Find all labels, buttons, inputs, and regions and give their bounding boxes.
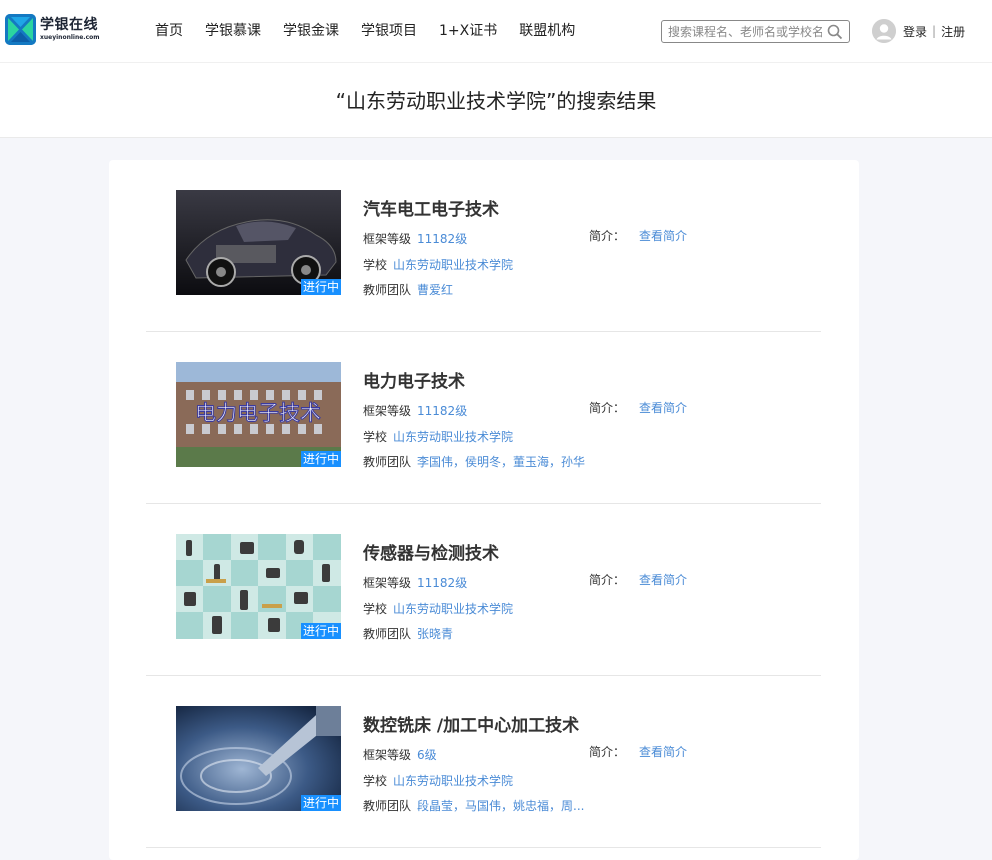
- course-thumbnail[interactable]: 进行中: [176, 706, 341, 811]
- logo-subtitle: xueyinonline.com: [40, 34, 100, 41]
- team-link[interactable]: 张晓青: [417, 627, 453, 641]
- status-badge: 进行中: [300, 623, 341, 639]
- view-intro-link[interactable]: 查看简介: [639, 229, 687, 243]
- avatar-icon[interactable]: [872, 19, 896, 43]
- course-item[interactable]: 电力电子技术 进行中 电力电子技术 框架等级 11182级 学校 山东劳动职业技术学…: [146, 332, 821, 504]
- level-label: 框架等级: [363, 576, 412, 590]
- team-link[interactable]: 段晶莹，马国伟，姚忠福，周...: [417, 799, 584, 813]
- nav-1x-certificate[interactable]: 1+X证书: [439, 22, 497, 40]
- level-value: 11182级: [417, 576, 468, 590]
- view-intro-link[interactable]: 查看简介: [639, 745, 687, 759]
- course-item[interactable]: 进行中 数控铣床 /加工中心加工技术 框架等级 6级 学校 山东劳动职业技术学院 教…: [146, 676, 821, 848]
- page-title: “山东劳动职业技术学院”的搜索结果: [335, 89, 657, 113]
- intro-label: 简介：: [589, 745, 626, 759]
- status-badge: 进行中: [300, 795, 341, 811]
- status-badge: 进行中: [300, 451, 341, 467]
- nav-mooc[interactable]: 学银慕课: [205, 22, 261, 40]
- team-label: 教师团队: [363, 799, 412, 813]
- view-intro-link[interactable]: 查看简介: [639, 573, 687, 587]
- school-label: 学校: [363, 602, 388, 616]
- course-title[interactable]: 汽车电工电子技术: [363, 195, 499, 220]
- search-icon[interactable]: [827, 24, 843, 43]
- course-thumbnail[interactable]: 电力电子技术 进行中: [176, 362, 341, 467]
- course-title[interactable]: 传感器与检测技术: [363, 539, 499, 564]
- logo-title: 学银在线: [40, 17, 98, 33]
- school-label: 学校: [363, 774, 388, 788]
- school-link[interactable]: 山东劳动职业技术学院: [393, 258, 513, 272]
- logo[interactable]: 学银在线 xueyinonline.com: [5, 14, 100, 45]
- school-link[interactable]: 山东劳动职业技术学院: [393, 774, 513, 788]
- course-title[interactable]: 数控铣床 /加工中心加工技术: [363, 711, 579, 736]
- school-link[interactable]: 山东劳动职业技术学院: [393, 430, 513, 444]
- course-item[interactable]: 进行中 汽车电工电子技术 框架等级 11182级 学校 山东劳动职业技术学院 教师团…: [146, 160, 821, 332]
- team-label: 教师团队: [363, 283, 412, 297]
- search-input[interactable]: [662, 24, 822, 39]
- register-link[interactable]: 注册: [941, 23, 965, 40]
- view-intro-link[interactable]: 查看简介: [639, 401, 687, 415]
- search-box: [661, 20, 850, 43]
- level-value: 11182级: [417, 232, 468, 246]
- level-label: 框架等级: [363, 404, 412, 418]
- logo-icon: [5, 14, 36, 45]
- nav-projects[interactable]: 学银项目: [361, 22, 417, 40]
- thumbnail-text: 电力电子技术: [195, 401, 321, 425]
- nav-home[interactable]: 首页: [155, 22, 183, 40]
- main-nav: 首页 学银慕课 学银金课 学银项目 1+X证书 联盟机构: [155, 22, 597, 40]
- intro-label: 简介：: [589, 401, 626, 415]
- level-label: 框架等级: [363, 748, 412, 762]
- level-value: 6级: [417, 748, 437, 762]
- nav-alliance[interactable]: 联盟机构: [519, 22, 575, 40]
- course-title[interactable]: 电力电子技术: [363, 367, 465, 392]
- level-value: 11182级: [417, 404, 468, 418]
- team-link[interactable]: 李国伟，侯明冬，董玉海，孙华: [417, 455, 585, 469]
- auth-separator: |: [932, 24, 937, 38]
- search-results: 进行中 汽车电工电子技术 框架等级 11182级 学校 山东劳动职业技术学院 教师团…: [109, 160, 859, 860]
- intro-label: 简介：: [589, 573, 626, 587]
- school-label: 学校: [363, 430, 388, 444]
- user-area: 登录 | 注册: [872, 19, 965, 43]
- school-link[interactable]: 山东劳动职业技术学院: [393, 602, 513, 616]
- team-link[interactable]: 曹爱红: [417, 283, 453, 297]
- header: 学银在线 xueyinonline.com 首页 学银慕课 学银金课 学银项目 …: [0, 0, 992, 62]
- intro-label: 简介：: [589, 229, 626, 243]
- school-label: 学校: [363, 258, 388, 272]
- status-badge: 进行中: [300, 279, 341, 295]
- login-link[interactable]: 登录: [903, 23, 927, 40]
- course-thumbnail[interactable]: 进行中: [176, 534, 341, 639]
- team-label: 教师团队: [363, 455, 412, 469]
- course-item[interactable]: 进行中 传感器与检测技术 框架等级 11182级 学校 山东劳动职业技术学院 教师团…: [146, 504, 821, 676]
- course-thumbnail[interactable]: 进行中: [176, 190, 341, 295]
- title-band: “山东劳动职业技术学院”的搜索结果: [0, 62, 992, 138]
- team-label: 教师团队: [363, 627, 412, 641]
- level-label: 框架等级: [363, 232, 412, 246]
- nav-gold-course[interactable]: 学银金课: [283, 22, 339, 40]
